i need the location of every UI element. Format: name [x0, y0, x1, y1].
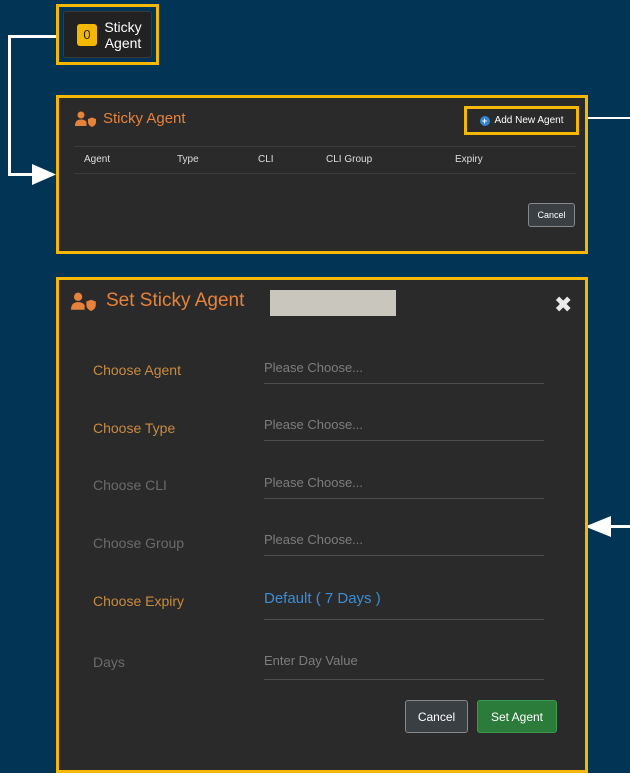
- connector-line: [605, 525, 630, 528]
- column-header-cli: CLI: [258, 154, 274, 165]
- choose-type-select[interactable]: Please Choose...: [264, 413, 544, 441]
- connector-line: [8, 35, 56, 38]
- sticky-agent-list-panel: Sticky Agent + Add New Agent Agent Type …: [56, 95, 588, 254]
- days-label: Days: [93, 654, 125, 670]
- choose-group-select[interactable]: Please Choose...: [264, 528, 544, 556]
- dialog-title-text: Set Sticky Agent: [106, 290, 245, 311]
- badge-highlight: 0 Sticky Agent: [56, 4, 159, 65]
- panel-title-text: Sticky Agent: [103, 110, 186, 127]
- table-header: Agent Type CLI CLI Group Expiry: [74, 146, 576, 174]
- sticky-agent-toggle-button[interactable]: 0 Sticky Agent: [63, 11, 152, 58]
- days-input[interactable]: Enter Day Value: [264, 650, 544, 680]
- panel-title: Sticky Agent: [75, 110, 186, 127]
- cancel-button[interactable]: Cancel: [405, 700, 468, 733]
- choose-group-label: Choose Group: [93, 535, 185, 551]
- choose-type-label: Choose Type: [93, 420, 176, 436]
- set-sticky-agent-dialog: Set Sticky Agent ✖ Choose Agent Please C…: [56, 277, 588, 773]
- sticky-agent-button-label: Sticky Agent: [104, 18, 142, 51]
- choose-expiry-select[interactable]: Default ( 7 Days ): [264, 586, 544, 620]
- cancel-button[interactable]: Cancel: [528, 203, 575, 227]
- choose-agent-select[interactable]: Please Choose...: [264, 356, 544, 384]
- add-new-agent-button[interactable]: + Add New Agent: [469, 111, 574, 130]
- column-header-agent: Agent: [84, 154, 111, 165]
- set-agent-button[interactable]: Set Agent: [477, 700, 557, 733]
- sticky-agent-count-badge: 0: [77, 23, 97, 46]
- column-header-cli-group: CLI Group: [326, 154, 373, 165]
- add-new-agent-label: Add New Agent: [494, 115, 564, 126]
- plus-circle-icon: +: [479, 115, 490, 126]
- choose-expiry-label: Choose Expiry: [93, 593, 185, 609]
- column-header-expiry: Expiry: [455, 154, 483, 165]
- choose-cli-label: Choose CLI: [93, 477, 167, 493]
- connector-line: [8, 35, 11, 176]
- add-button-highlight: + Add New Agent: [464, 106, 579, 135]
- user-shield-icon: [75, 111, 96, 127]
- user-shield-icon: [71, 292, 96, 311]
- close-icon[interactable]: ✖: [554, 292, 572, 318]
- dialog-title: Set Sticky Agent: [71, 290, 244, 312]
- choose-cli-select[interactable]: Please Choose...: [264, 471, 544, 499]
- redacted-name-block: [270, 290, 396, 316]
- arrow-right-icon: [32, 164, 56, 185]
- column-header-type: Type: [177, 154, 199, 165]
- choose-agent-label: Choose Agent: [93, 362, 181, 378]
